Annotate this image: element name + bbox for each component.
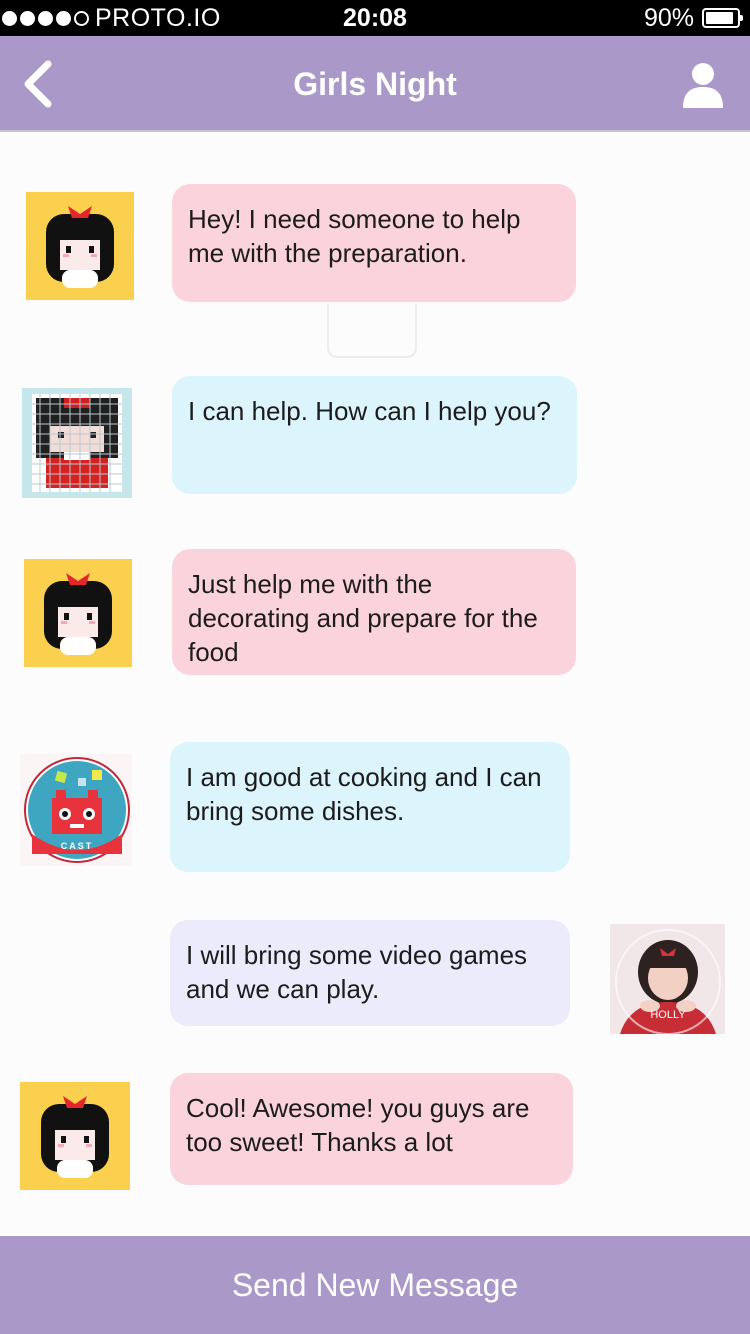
send-new-message-button[interactable]: Send New Message [0,1236,750,1334]
page-title: Girls Night [293,66,457,102]
avatar[interactable]: HOLLY [610,924,725,1034]
avatar-label: CAST [61,841,94,851]
avatar[interactable] [22,388,132,498]
nav-bar: Girls Night [0,36,750,132]
avatar[interactable] [26,192,134,300]
photo-avatar-icon: HOLLY [610,924,725,1034]
battery-percent: 90% [643,4,694,32]
message-text: Just help me with the decorating and pre… [188,569,538,667]
message-bubble: Cool! Awesome! you guys are too sweet! T… [170,1073,573,1185]
message-text: I am good at cooking and I can bring som… [186,762,542,826]
girl-avatar-icon [44,573,112,655]
user-icon [683,63,723,108]
message-bubble: Just help me with the decorating and pre… [172,549,576,675]
profile-button[interactable] [682,62,724,108]
message-text: I can help. How can I help you? [188,396,551,426]
avatar[interactable]: CAST [20,754,132,866]
status-right: 90% [643,0,743,36]
message-bubble: I can help. How can I help you? [172,376,577,494]
avatar[interactable] [20,1082,130,1190]
message-text: Cool! Awesome! you guys are too sweet! T… [186,1093,530,1157]
status-bar: PROTO.IO 20:08 90% [0,0,750,36]
girl-avatar-icon [41,1096,109,1178]
avatar-label: HOLLY [650,1009,686,1021]
message-text: Hey! I need someone to help me with the … [188,204,521,268]
message-text: I will bring some video games and we can… [186,940,528,1004]
status-time: 20:08 [343,4,407,32]
message-bubble: I will bring some video games and we can… [170,920,570,1026]
avatar[interactable] [24,559,132,667]
message-bubble: Hey! I need someone to help me with the … [172,184,576,302]
pixel-girl-avatar-icon [32,394,122,492]
camera-icon [327,304,417,358]
message-bubble: I am good at cooking and I can bring som… [170,742,570,872]
chat-area: Hey! I need someone to help me with the … [0,134,750,1234]
robot-avatar-icon: CAST [24,757,130,863]
girl-avatar-icon [46,206,114,288]
battery-icon [702,8,743,28]
